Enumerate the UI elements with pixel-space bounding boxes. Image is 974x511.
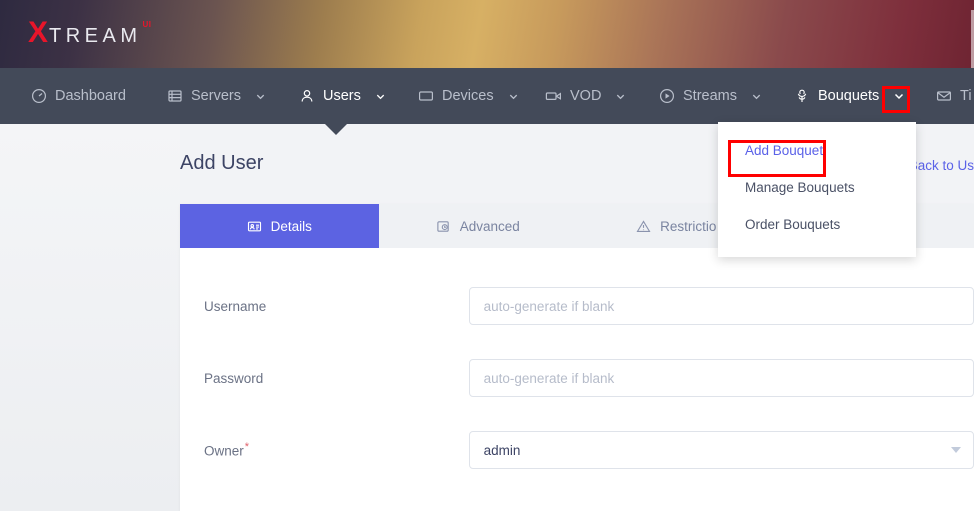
logo-wordmark: TREAM xyxy=(49,25,142,47)
nav-item-streams[interactable]: Streams xyxy=(658,68,762,124)
tab-label-advanced: Advanced xyxy=(459,218,520,234)
nav-label-dashboard: Dashboard xyxy=(55,88,126,104)
tab-details[interactable]: Details xyxy=(180,204,379,248)
user-icon xyxy=(298,88,315,105)
nav-label-streams: Streams xyxy=(683,88,737,104)
nav-label-users: Users xyxy=(323,88,361,104)
nav-item-tickets[interactable]: Ti xyxy=(935,68,972,124)
label-username: Username xyxy=(204,298,267,314)
chevron-down-icon xyxy=(615,91,626,102)
application-window: X TREAM UI Dashboard Servers Users Devic… xyxy=(0,0,974,511)
active-nav-indicator xyxy=(325,124,347,135)
id-card-icon xyxy=(247,219,262,234)
nav-item-devices[interactable]: Devices xyxy=(417,68,519,124)
nav-label-devices: Devices xyxy=(442,88,494,104)
password-input[interactable]: auto-generate if blank xyxy=(468,359,974,397)
owner-select-value: admin xyxy=(483,442,521,458)
form-row-owner: Owner* admin xyxy=(180,414,974,486)
nav-label-bouquets: Bouquets xyxy=(818,88,880,104)
owner-select[interactable]: admin xyxy=(468,431,974,469)
label-password: Password xyxy=(204,370,264,386)
page-title: Add User xyxy=(180,152,264,174)
form-row-username: Username auto-generate if blank xyxy=(180,270,974,342)
nav-item-users[interactable]: Users xyxy=(298,68,386,124)
chevron-down-icon xyxy=(951,447,961,453)
label-owner: Owner* xyxy=(204,441,469,459)
main-navigation: Dashboard Servers Users Devices VOD Stre… xyxy=(0,68,974,124)
logo-x-mark: X xyxy=(28,16,49,49)
mail-icon xyxy=(935,88,952,105)
tab-label-details: Details xyxy=(270,218,312,234)
chevron-down-icon xyxy=(508,91,519,102)
add-user-form: Username auto-generate if blank Password… xyxy=(180,248,974,486)
settings-icon xyxy=(436,219,451,234)
video-camera-icon xyxy=(545,88,562,105)
tab-label-restrictions: Restrictio xyxy=(660,218,717,234)
monitor-icon xyxy=(417,88,434,105)
menu-item-add-bouquet[interactable]: Add Bouquet xyxy=(718,132,916,169)
nav-label-vod: VOD xyxy=(570,88,602,104)
left-gutter xyxy=(0,124,180,511)
brand-header: X TREAM UI xyxy=(0,0,974,68)
nav-item-dashboard[interactable]: Dashboard xyxy=(30,68,126,124)
play-circle-icon xyxy=(658,88,675,105)
username-input[interactable]: auto-generate if blank xyxy=(468,287,974,325)
chevron-down-icon[interactable] xyxy=(893,90,905,102)
app-logo[interactable]: X TREAM UI xyxy=(28,18,151,48)
label-owner-text: Owner xyxy=(204,443,244,459)
warning-icon xyxy=(636,219,651,234)
server-icon xyxy=(166,88,183,105)
back-to-users-link[interactable]: Back to Us xyxy=(909,158,974,173)
nav-item-vod[interactable]: VOD xyxy=(545,68,626,124)
chevron-down-icon xyxy=(255,91,266,102)
nav-label-servers: Servers xyxy=(191,88,241,104)
menu-item-order-bouquets[interactable]: Order Bouquets xyxy=(718,206,916,243)
nav-item-servers[interactable]: Servers xyxy=(166,68,266,124)
form-row-password: Password auto-generate if blank xyxy=(180,342,974,414)
nav-item-bouquets[interactable]: Bouquets xyxy=(793,68,905,124)
bouquets-dropdown-menu: Add Bouquet Manage Bouquets Order Bouque… xyxy=(718,122,916,257)
flower-icon xyxy=(793,88,810,105)
dashboard-icon xyxy=(30,88,47,105)
menu-item-manage-bouquets[interactable]: Manage Bouquets xyxy=(718,169,916,206)
chevron-down-icon xyxy=(375,91,386,102)
required-asterisk: * xyxy=(244,441,250,454)
nav-label-tickets: Ti xyxy=(960,88,972,104)
logo-superscript: UI xyxy=(142,20,152,29)
tab-advanced[interactable]: Advanced xyxy=(379,204,578,248)
chevron-down-icon xyxy=(751,91,762,102)
